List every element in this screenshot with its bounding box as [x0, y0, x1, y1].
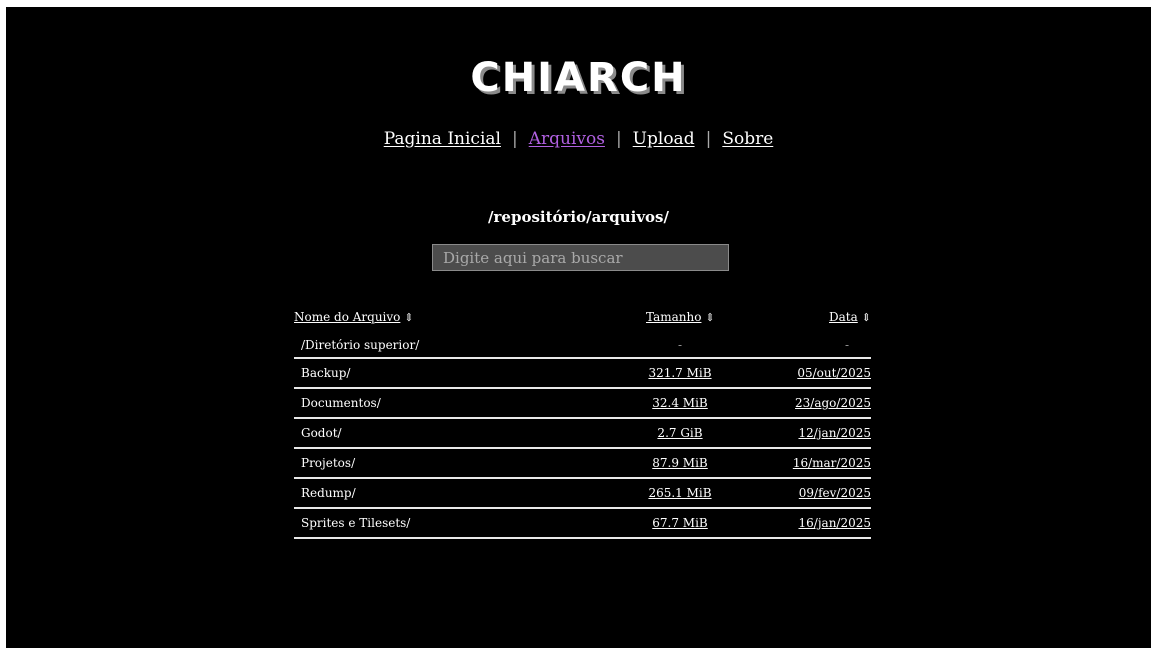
column-header-date[interactable]: Data ⇕ [829, 310, 871, 324]
file-name[interactable]: Sprites e Tilesets/ [301, 516, 410, 530]
file-name[interactable]: Godot/ [301, 426, 342, 440]
file-name[interactable]: /Diretório superior/ [301, 338, 419, 352]
nav-separator: | [705, 129, 712, 149]
table-row[interactable]: Documentos/ 32.4 MiB 23/ago/2025 [294, 389, 871, 419]
table-row[interactable]: Redump/ 265.1 MiB 09/fev/2025 [294, 479, 871, 509]
file-size[interactable]: 87.9 MiB [652, 456, 707, 470]
table-row[interactable]: Sprites e Tilesets/ 67.7 MiB 16/jan/2025 [294, 509, 871, 539]
file-date[interactable]: 16/jan/2025 [799, 516, 872, 530]
nav-link-sobre[interactable]: Sobre [722, 129, 773, 149]
nav-separator: | [615, 129, 622, 149]
file-size: - [677, 337, 683, 352]
table-row[interactable]: Projetos/ 87.9 MiB 16/mar/2025 [294, 449, 871, 479]
nav-separator: | [511, 129, 518, 149]
file-size[interactable]: 2.7 GiB [657, 426, 702, 440]
file-date: - [844, 337, 849, 352]
file-name[interactable]: Backup/ [301, 366, 350, 380]
file-date[interactable]: 12/jan/2025 [799, 426, 872, 440]
nav-link-arquivos[interactable]: Arquivos [529, 129, 605, 149]
sort-arrows-icon: ⇕ [404, 311, 414, 324]
file-date[interactable]: 23/ago/2025 [795, 396, 871, 410]
table-row[interactable]: Backup/ 321.7 MiB 05/out/2025 [294, 359, 871, 389]
current-path: /repositório/arquivos/ [488, 208, 669, 226]
sort-arrows-icon: ⇕ [705, 311, 715, 324]
sort-arrows-icon: ⇕ [861, 311, 871, 324]
file-size[interactable]: 265.1 MiB [648, 486, 711, 500]
nav-link-upload[interactable]: Upload [633, 129, 695, 149]
parent-directory-row[interactable]: /Diretório superior/ - - [294, 332, 871, 359]
file-name[interactable]: Redump/ [301, 486, 356, 500]
file-date[interactable]: 05/out/2025 [797, 366, 871, 380]
site-logo[interactable]: CHIARCH [6, 55, 1151, 101]
file-name[interactable]: Documentos/ [301, 396, 381, 410]
file-table: Nome do Arquivo ⇕ Tamanho ⇕ Data ⇕ /Diretór… [294, 310, 871, 539]
table-row[interactable]: Godot/ 2.7 GiB 12/jan/2025 [294, 419, 871, 449]
file-size[interactable]: 67.7 MiB [652, 516, 707, 530]
page: CHIARCH Pagina Inicial | Arquivos | Upload | S… [6, 7, 1151, 648]
column-header-name[interactable]: Nome do Arquivo ⇕ [294, 310, 414, 324]
nav-link-home[interactable]: Pagina Inicial [384, 129, 501, 149]
search-input[interactable] [432, 244, 729, 271]
file-date[interactable]: 09/fev/2025 [799, 486, 871, 500]
main-nav: Pagina Inicial | Arquivos | Upload | Sobre [6, 129, 1151, 149]
column-header-size[interactable]: Tamanho ⇕ [646, 310, 715, 324]
table-header: Nome do Arquivo ⇕ Tamanho ⇕ Data ⇕ [294, 310, 871, 332]
file-size[interactable]: 321.7 MiB [648, 366, 711, 380]
file-date[interactable]: 16/mar/2025 [793, 456, 871, 470]
file-size[interactable]: 32.4 MiB [652, 396, 707, 410]
file-name[interactable]: Projetos/ [301, 456, 355, 470]
